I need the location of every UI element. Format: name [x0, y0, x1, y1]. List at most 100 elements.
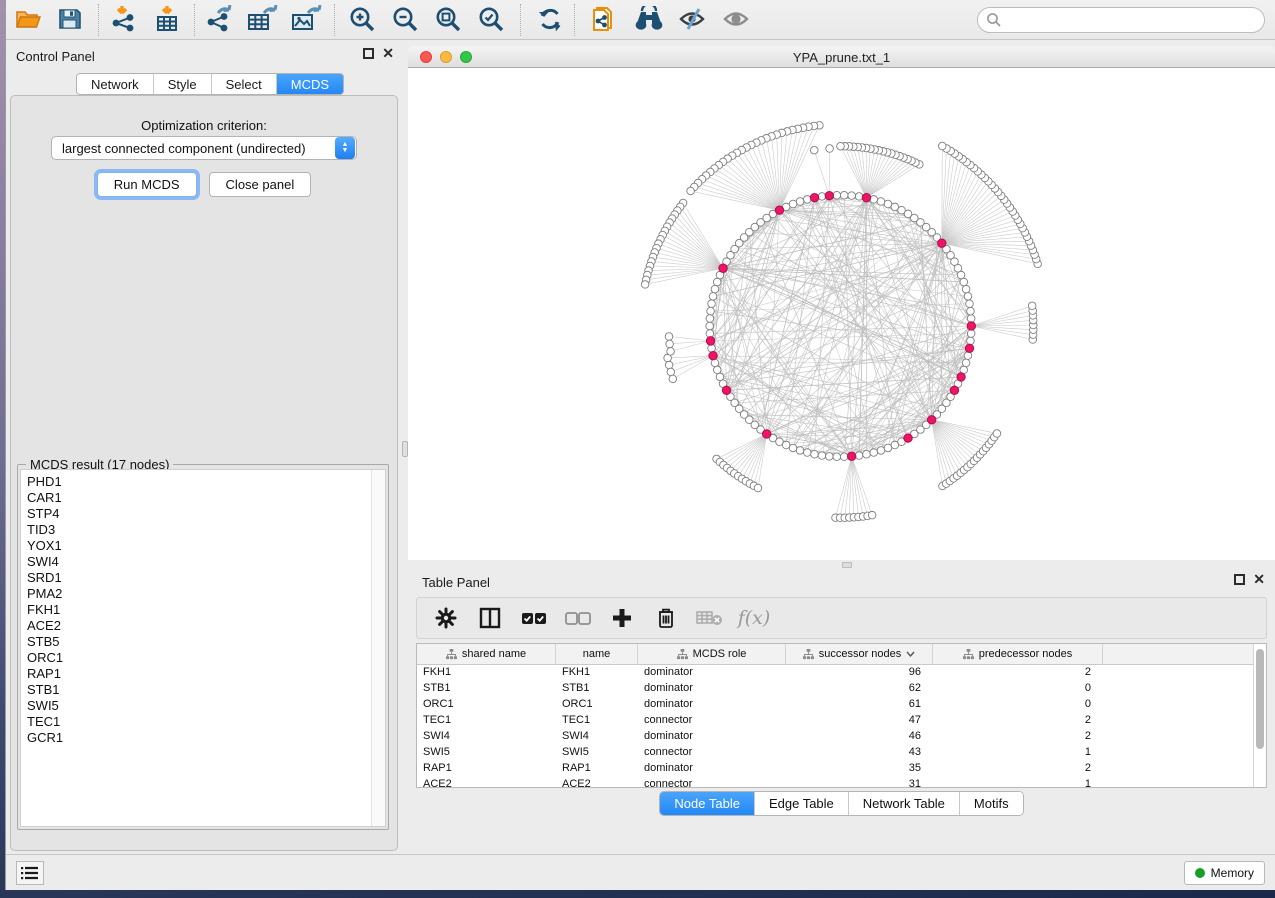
mcds-result-list[interactable]: PHD1CAR1STP4TID3YOX1SWI4SRD1PMA2FKH1ACE2…	[20, 469, 386, 827]
float-panel-icon[interactable]	[363, 48, 374, 59]
zoom-selected-button[interactable]	[475, 5, 507, 35]
tab-style[interactable]: Style	[154, 74, 212, 94]
function-builder-button[interactable]: f(x)	[739, 603, 769, 633]
mcds-result-item[interactable]: STB1	[27, 682, 385, 698]
table-tab-group: Node TableEdge TableNetwork TableMotifs	[659, 791, 1023, 816]
attribute-tree-icon	[677, 649, 688, 660]
show-all-button[interactable]	[720, 5, 752, 35]
table-row[interactable]: RAP1RAP1dominator352	[417, 761, 1266, 777]
status-bar: Memory	[6, 854, 1275, 890]
optimization-criterion-select[interactable]: largest connected component (undirected)…	[51, 136, 357, 160]
mcds-result-item[interactable]: SRD1	[27, 570, 385, 586]
mcds-result-item[interactable]: CAR1	[27, 490, 385, 506]
tab-edge-table[interactable]: Edge Table	[755, 792, 849, 815]
mcds-result-item[interactable]: PHD1	[27, 474, 385, 490]
export-image-button[interactable]	[290, 5, 322, 35]
task-history-button[interactable]	[16, 861, 44, 885]
mcds-result-item[interactable]: ACE2	[27, 618, 385, 634]
network-document-icon	[589, 5, 619, 35]
fx-icon: f(x)	[738, 607, 771, 629]
zoom-in-button[interactable]	[346, 5, 378, 35]
close-panel-button[interactable]: Close panel	[209, 172, 312, 197]
mcds-result-item[interactable]: SWI5	[27, 698, 385, 714]
search-field[interactable]	[977, 7, 1265, 33]
column-header-shared-name[interactable]: shared name	[417, 644, 556, 664]
table-row[interactable]: SWI4SWI4dominator462	[417, 729, 1266, 745]
network-view[interactable]	[408, 68, 1275, 560]
run-mcds-button[interactable]: Run MCDS	[97, 172, 197, 197]
tab-mcds[interactable]: MCDS	[277, 74, 343, 94]
column-header-predecessor-nodes[interactable]: predecessor nodes	[933, 644, 1103, 664]
export-network-button[interactable]	[204, 5, 236, 35]
mcds-result-item[interactable]: FKH1	[27, 602, 385, 618]
close-panel-icon[interactable]: ✕	[382, 48, 394, 59]
import-network-button[interactable]	[108, 5, 140, 35]
delete-column-button[interactable]	[651, 603, 681, 633]
sort-descending-icon	[906, 651, 915, 657]
float-table-panel-icon[interactable]	[1234, 574, 1245, 585]
select-stepper-icon: ▲▼	[335, 137, 355, 159]
hide-selected-button[interactable]	[676, 5, 708, 35]
table-row[interactable]: TEC1TEC1connector472	[417, 713, 1266, 729]
open-file-button[interactable]	[12, 5, 44, 35]
refresh-view-button[interactable]	[534, 5, 566, 35]
search-input[interactable]	[1002, 13, 1264, 27]
table-cell: ACE2	[417, 777, 556, 788]
table-cell: ORC1	[417, 697, 556, 713]
column-header-label: MCDS role	[693, 648, 747, 660]
close-table-panel-icon[interactable]: ✕	[1253, 574, 1265, 585]
table-cell: 2	[933, 713, 1103, 729]
table-cell: 47	[786, 713, 933, 729]
save-session-button[interactable]	[54, 5, 86, 35]
node-table[interactable]: shared namename MCDS role successor nodes p…	[416, 643, 1267, 788]
deselect-all-rows-button[interactable]	[563, 603, 593, 633]
horizontal-splitter-handle[interactable]	[842, 562, 852, 568]
column-header-label: predecessor nodes	[979, 648, 1073, 660]
column-header-successor-nodes[interactable]: successor nodes	[786, 644, 933, 664]
table-row[interactable]: ACE2ACE2connector311	[417, 777, 1266, 788]
table-scrollbar-thumb[interactable]	[1256, 649, 1264, 749]
mcds-result-item[interactable]: ORC1	[27, 650, 385, 666]
memory-button[interactable]: Memory	[1184, 861, 1265, 885]
network-window-titlebar[interactable]: YPA_prune.txt_1	[408, 46, 1275, 68]
table-row[interactable]: FKH1FKH1dominator962	[417, 665, 1266, 681]
mcds-result-item[interactable]: STP4	[27, 506, 385, 522]
tab-node-table[interactable]: Node Table	[660, 792, 755, 815]
table-scrollbar[interactable]	[1253, 644, 1266, 787]
zoom-fit-button[interactable]	[432, 5, 464, 35]
right-area: YPA_prune.txt_1 Table Panel ✕	[408, 41, 1275, 854]
mcds-result-item[interactable]: TID3	[27, 522, 385, 538]
mcds-result-item[interactable]: RAP1	[27, 666, 385, 682]
table-row[interactable]: STB1STB1dominator620	[417, 681, 1266, 697]
column-header-MCDS-role[interactable]: MCDS role	[638, 644, 786, 664]
mcds-result-item[interactable]: GCR1	[27, 730, 385, 746]
optimization-criterion-label: Optimization criterion:	[11, 118, 397, 133]
import-table-button[interactable]	[152, 5, 184, 35]
mcds-result-item[interactable]: STB5	[27, 634, 385, 650]
tab-network-table[interactable]: Network Table	[849, 792, 960, 815]
mcds-result-scrollbar[interactable]	[371, 470, 385, 826]
mcds-result-item[interactable]: YOX1	[27, 538, 385, 554]
tab-motifs[interactable]: Motifs	[960, 792, 1023, 815]
table-settings-button[interactable]	[431, 603, 461, 633]
tab-select[interactable]: Select	[212, 74, 277, 94]
mcds-result-item[interactable]: SWI4	[27, 554, 385, 570]
mcds-result-item[interactable]: PMA2	[27, 586, 385, 602]
first-neighbors-button[interactable]	[632, 5, 664, 35]
table-row[interactable]: SWI5SWI5connector431	[417, 745, 1266, 761]
table-cell: STB1	[417, 681, 556, 697]
show-column-panel-button[interactable]	[475, 603, 505, 633]
column-header-name[interactable]: name	[556, 644, 638, 664]
table-panel: Table Panel ✕ f(x) shared namenameMCD	[408, 569, 1275, 854]
table-body: FKH1FKH1dominator962STB1STB1dominator620…	[417, 665, 1266, 788]
table-row[interactable]: ORC1ORC1dominator610	[417, 697, 1266, 713]
export-table-icon	[246, 5, 280, 33]
export-table-button[interactable]	[246, 5, 278, 35]
mcds-result-item[interactable]: TEC1	[27, 714, 385, 730]
zoom-out-button[interactable]	[389, 5, 421, 35]
add-column-button[interactable]	[607, 603, 637, 633]
select-all-rows-button[interactable]	[519, 603, 549, 633]
new-network-from-selection-button[interactable]	[588, 5, 620, 35]
delete-table-button[interactable]	[695, 603, 725, 633]
tab-network[interactable]: Network	[77, 74, 154, 94]
